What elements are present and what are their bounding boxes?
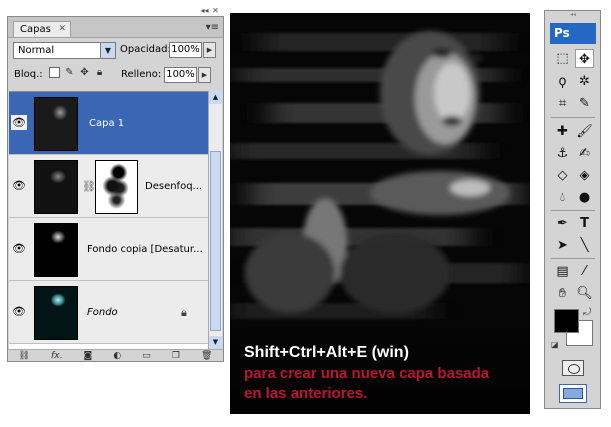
fx-icon[interactable]: fx.	[51, 351, 62, 361]
mask-link-icon[interactable]: ⛓︎	[82, 180, 96, 193]
layers-scrollbar[interactable]: ▲ ▼	[208, 91, 222, 349]
layer-row-fondo-copia[interactable]: 👁︎ Fondo copia [Desatur...	[9, 218, 208, 281]
line-tool-icon[interactable]: ╲	[575, 236, 594, 255]
separator	[551, 258, 595, 259]
blend-mode-value: Normal	[18, 45, 55, 56]
collapse-icon[interactable]: ◂◂	[200, 6, 209, 15]
brush-tool-icon[interactable]: 🖌︎	[575, 122, 594, 141]
separator	[551, 117, 595, 118]
close-panel-icon[interactable]: ✕	[211, 6, 220, 15]
layer-row-desenfoque[interactable]: 👁︎ ⛓︎ Desenfoq...	[9, 155, 208, 218]
document-canvas[interactable]: Shift+Ctrl+Alt+E (win) para crear una nu…	[230, 13, 530, 414]
new-group-icon[interactable]: ▭	[142, 351, 151, 361]
scroll-thumb[interactable]	[210, 151, 221, 331]
layer-name[interactable]: Fondo copia [Desatur...	[87, 244, 203, 255]
tools-panel: ◂◂ Ps ⬚ ✥ ϙ ✲ ⌗ ✎ ✚ 🖌︎ ⚓︎ ✍ ◇ ◈ 💧︎ ● ✒︎ …	[544, 10, 601, 409]
new-layer-icon[interactable]: ❐	[172, 351, 180, 361]
lock-position-icon[interactable]: ✥	[79, 67, 90, 78]
layer-name[interactable]: Desenfoq...	[145, 181, 202, 192]
add-mask-icon[interactable]: ◙	[84, 351, 93, 361]
layer-name[interactable]: Capa 1	[89, 118, 124, 129]
paint-bucket-tool-icon[interactable]: ◈	[575, 166, 594, 185]
fill-input[interactable]: 100%	[164, 67, 197, 83]
dodge-tool-icon[interactable]: ●	[575, 188, 594, 207]
zoom-tool-icon[interactable]: 🔍︎	[575, 284, 594, 303]
history-brush-tool-icon[interactable]: ✍	[575, 144, 594, 163]
visibility-eye-icon[interactable]: 👁︎	[11, 304, 27, 319]
tab-layers[interactable]: Capas ✕	[13, 21, 71, 37]
tab-layers-label: Capas	[20, 24, 51, 35]
layers-panel: ◂◂ ✕ Capas ✕ ▾≡ Normal ▼ Opacidad: 100% …	[7, 6, 224, 362]
scroll-up-icon[interactable]: ▲	[209, 91, 222, 104]
fill-slider-button[interactable]: ▶	[198, 67, 211, 83]
panel-tab-row: Capas ✕ ▾≡	[8, 17, 223, 38]
lasso-tool-icon[interactable]: ϙ	[553, 72, 572, 91]
photoshop-logo: Ps	[550, 23, 596, 44]
layer-thumbnail	[34, 97, 78, 151]
hand-tool-icon[interactable]: ✋︎	[553, 284, 572, 303]
panel-grip-icon[interactable]: ◂◂	[561, 12, 585, 18]
slice-tool-icon[interactable]: ✎	[575, 94, 594, 113]
separator	[551, 210, 595, 211]
lock-label: Bloq.:	[14, 69, 43, 80]
layer-thumbnail	[34, 223, 78, 277]
blend-mode-select[interactable]: Normal ▼	[13, 42, 116, 59]
panel-window-controls: ◂◂ ✕	[200, 6, 220, 15]
caption-line-2: para crear una nueva capa basada	[244, 365, 490, 382]
layer-name[interactable]: Fondo	[87, 307, 118, 318]
opacity-slider-button[interactable]: ▶	[203, 42, 216, 58]
visibility-eye-icon[interactable]: 👁︎	[11, 115, 27, 130]
close-tab-icon[interactable]: ✕	[58, 22, 66, 37]
visibility-eye-icon[interactable]: 👁︎	[11, 178, 27, 193]
screen-mode-button[interactable]	[559, 384, 587, 403]
foreground-color-swatch[interactable]	[554, 309, 579, 333]
layer-row-fondo[interactable]: 👁︎ Fondo 🔒︎	[9, 281, 208, 344]
scroll-down-icon[interactable]: ▼	[209, 336, 222, 349]
eyedropper-tool-icon[interactable]: ⁄	[575, 262, 594, 281]
panel-menu-icon[interactable]: ▾≡	[206, 22, 219, 33]
layers-bottom-toolbar: ⛓︎ fx. ◙ ◐ ▭ ❐ 🗑︎	[8, 349, 223, 362]
notes-tool-icon[interactable]: ▤	[553, 262, 572, 281]
caption-line-3: en las anteriores.	[244, 385, 368, 402]
path-selection-tool-icon[interactable]: ➤	[553, 236, 572, 255]
crop-tool-icon[interactable]: ⌗	[553, 94, 572, 113]
blur-tool-icon[interactable]: 💧︎	[553, 188, 572, 207]
link-layers-icon[interactable]: ⛓︎	[19, 351, 30, 361]
opacity-input[interactable]: 100%	[169, 42, 202, 58]
default-colors-icon[interactable]: ◪	[551, 340, 560, 349]
healing-tool-icon[interactable]: ✚	[553, 122, 572, 141]
type-tool-icon[interactable]: T	[575, 214, 594, 233]
layers-list: 👁︎ Capa 1 👁︎ ⛓︎ Desenfoq... 👁︎ Fondo cop…	[9, 91, 208, 350]
marquee-tool-icon[interactable]: ⬚	[553, 49, 572, 68]
eraser-tool-icon[interactable]: ◇	[553, 166, 572, 185]
chevron-down-icon[interactable]: ▼	[100, 43, 115, 58]
pen-tool-icon[interactable]: ✒︎	[553, 214, 572, 233]
lock-transparent-icon[interactable]	[49, 67, 60, 78]
magic-wand-tool-icon[interactable]: ✲	[575, 72, 594, 91]
layer-thumbnail	[34, 286, 78, 340]
move-tool-icon[interactable]: ✥	[575, 49, 594, 68]
trash-icon[interactable]: 🗑︎	[201, 351, 212, 361]
layer-row-capa-1[interactable]: 👁︎ Capa 1	[9, 92, 208, 155]
opacity-label: Opacidad:	[120, 44, 171, 55]
visibility-eye-icon[interactable]: 👁︎	[11, 241, 27, 256]
quick-mask-button[interactable]	[562, 360, 584, 376]
lock-paint-icon[interactable]: ✎	[64, 67, 75, 78]
layer-lock-icon: 🔒︎	[181, 306, 187, 319]
caption-shortcut: Shift+Ctrl+Alt+E (win)	[244, 344, 409, 361]
layer-thumbnail	[34, 160, 78, 214]
fill-label: Relleno:	[121, 69, 162, 80]
lock-all-icon[interactable]: 🔒︎	[94, 67, 105, 78]
adjustment-layer-icon[interactable]: ◐	[113, 351, 121, 361]
filter-mask-thumbnail[interactable]	[95, 160, 138, 214]
swap-colors-icon[interactable]: ⤾	[583, 307, 591, 318]
stamp-tool-icon[interactable]: ⚓︎	[553, 144, 572, 163]
